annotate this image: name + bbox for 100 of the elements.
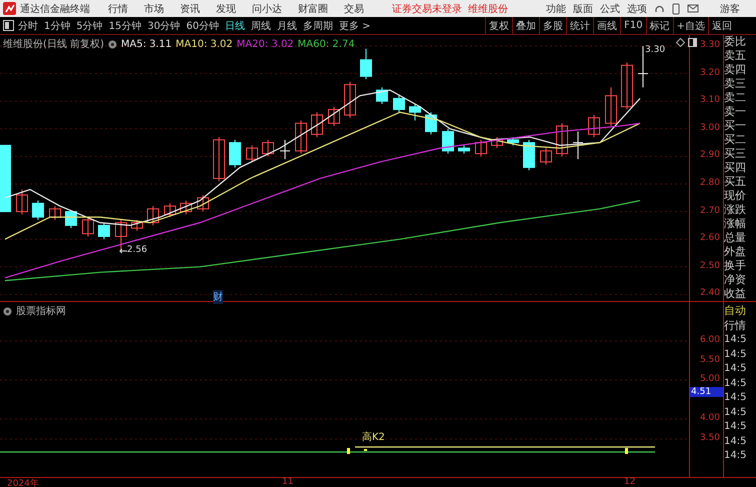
panel-toggle-icon[interactable] <box>3 20 14 31</box>
app-logo-icon <box>3 2 16 15</box>
price-tick: 2.70 <box>700 206 720 216</box>
candlestick <box>393 95 405 113</box>
menu-item[interactable]: 财富圈 <box>298 2 328 16</box>
candlestick <box>98 222 110 240</box>
user-name[interactable]: 游客 <box>720 2 740 16</box>
menu-item[interactable]: 公式 <box>600 2 620 16</box>
candlestick <box>376 86 388 104</box>
candlestick <box>523 139 535 171</box>
trade-time: 14:5 <box>724 449 748 463</box>
date-label: 2024年 <box>7 478 39 487</box>
quote-label: 买五 <box>724 175 747 189</box>
trade-time: 14:5 <box>724 420 748 434</box>
phone-icon[interactable] <box>672 2 680 14</box>
period-tab[interactable]: 5分钟 <box>76 18 103 32</box>
trade-time: 14:5 <box>724 391 748 405</box>
period-tab[interactable]: 多周期 <box>302 18 333 32</box>
quote-label: 收益 <box>724 287 747 301</box>
indicator-tick: 4.00 <box>700 413 720 423</box>
candlestick <box>556 122 568 157</box>
candlestick <box>164 202 176 218</box>
panel-icon[interactable] <box>688 38 697 47</box>
quote-label: 涨跌 <box>724 203 747 217</box>
candlestick <box>180 200 192 215</box>
period-tab[interactable]: 15分钟 <box>108 18 142 32</box>
candlestick <box>311 112 323 138</box>
toolbar-button[interactable]: +自选 <box>672 17 708 34</box>
login-status[interactable]: 证券交易未登录 <box>392 2 462 16</box>
period-tab[interactable]: 60分钟 <box>186 18 219 32</box>
trade-time: 14:5 <box>724 376 748 390</box>
trade-time: 14:5 <box>724 348 748 362</box>
candlestick <box>213 136 225 182</box>
menu-item[interactable]: 选项 <box>627 2 647 16</box>
candlestick <box>621 62 633 110</box>
menu-item[interactable]: 问小达 <box>252 2 282 16</box>
menu-item[interactable]: 市场 <box>144 2 164 16</box>
candlestick <box>0 144 11 212</box>
menu-item[interactable]: 版面 <box>573 2 593 16</box>
price-tick: 2.60 <box>700 233 720 244</box>
indicator-tick: 6.00 <box>700 335 720 345</box>
trade-time: 14:5 <box>724 406 748 420</box>
candlestick <box>147 206 159 226</box>
candlestick <box>295 120 307 154</box>
indicator-title: 股票指标网 <box>16 304 66 318</box>
period-tab[interactable]: 1分钟 <box>44 18 70 32</box>
candlestick <box>360 48 372 80</box>
date-label: 12 <box>624 477 636 487</box>
current-value-label: 4.51 <box>690 387 723 397</box>
menu-item[interactable]: 交易 <box>344 2 364 16</box>
period-tab[interactable]: 日线 <box>224 18 245 32</box>
candlestick <box>458 144 470 154</box>
period-tab[interactable]: 月线 <box>276 18 297 32</box>
candlestick <box>442 128 454 154</box>
period-tab[interactable]: 分时 <box>18 18 38 32</box>
period-tab[interactable]: 更多 > <box>338 18 371 32</box>
quote-label: 卖二 <box>724 91 747 105</box>
indicator-tick: 3.50 <box>700 433 720 443</box>
envelope-icon[interactable] <box>687 4 699 13</box>
ma-value: MA5: 3.11 <box>120 38 172 50</box>
menu-item[interactable]: 资讯 <box>180 2 200 16</box>
quote-label: 净资 <box>724 273 747 287</box>
price-tick: 3.10 <box>700 95 720 106</box>
menu-item[interactable]: 功能 <box>546 2 566 16</box>
mode-label[interactable]: 自动 <box>724 304 756 318</box>
stock-name[interactable]: 维维股份 <box>468 2 508 16</box>
chart-title: 维维股份(日线 前复权) <box>3 38 104 51</box>
menu-item[interactable]: 发现 <box>216 2 236 16</box>
diamond-icon[interactable] <box>676 38 685 47</box>
candlestick <box>262 139 274 157</box>
price-tick: 3.30 <box>700 40 720 50</box>
quote-label: 总量 <box>724 231 747 245</box>
quote-label: 外盘 <box>724 245 747 259</box>
trade-time: 14:5 <box>724 333 748 347</box>
period-tab[interactable]: 周线 <box>250 18 271 32</box>
candlestick <box>115 219 127 251</box>
quote-label: 买二 <box>724 133 747 147</box>
candlestick <box>82 216 94 237</box>
quote-label: 卖一 <box>724 105 747 119</box>
settings-icon[interactable] <box>108 40 117 48</box>
quote-label: 卖五 <box>724 49 747 63</box>
quote-label: 买三 <box>724 147 747 161</box>
period-tab[interactable]: 30分钟 <box>147 18 180 32</box>
app-title: 通达信金融终端 <box>20 2 90 16</box>
ma-value: MA10: 3.02 <box>176 38 233 50</box>
candlestick <box>409 103 421 122</box>
price-tick: 3.00 <box>700 122 720 133</box>
signal-bar <box>625 448 628 454</box>
candlestick <box>605 86 617 127</box>
candlestick <box>588 114 600 138</box>
event-marker[interactable]: 财 <box>213 290 223 304</box>
menu-item[interactable]: 行情 <box>108 2 128 16</box>
candlestick <box>229 139 241 168</box>
settings-icon[interactable] <box>3 306 12 316</box>
quote-label: 买一 <box>724 119 747 133</box>
headset-icon[interactable] <box>654 3 665 14</box>
quote-label: 换手 <box>724 259 747 273</box>
price-tick: 2.50 <box>700 260 720 271</box>
quote-label: 买四 <box>724 161 747 175</box>
high-price-label: 3.30 <box>645 45 666 55</box>
